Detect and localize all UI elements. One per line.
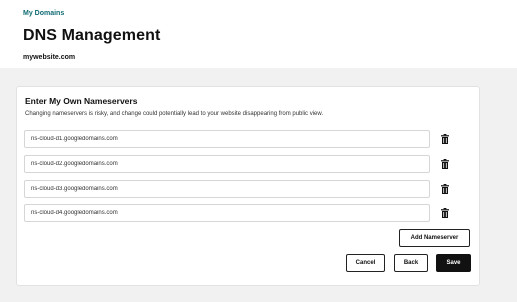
back-button[interactable]: Back bbox=[394, 254, 428, 272]
warning-description: Changing nameservers is risky, and chang… bbox=[25, 111, 324, 117]
nameserver-input-2[interactable] bbox=[24, 155, 430, 173]
trash-icon bbox=[441, 134, 449, 144]
nameserver-input-1[interactable] bbox=[24, 130, 430, 148]
page-title: DNS Management bbox=[23, 27, 161, 44]
nameserver-row bbox=[24, 204, 464, 222]
nameserver-row bbox=[24, 180, 464, 198]
delete-nameserver-2-button[interactable] bbox=[438, 157, 452, 171]
trash-icon bbox=[441, 184, 449, 194]
nameserver-row bbox=[24, 155, 464, 173]
nameserver-input-4[interactable] bbox=[24, 204, 430, 222]
trash-icon bbox=[441, 208, 449, 218]
save-button[interactable]: Save bbox=[436, 254, 471, 272]
delete-nameserver-1-button[interactable] bbox=[438, 132, 452, 146]
page-header: My Domains DNS Management mywebsite.com bbox=[0, 0, 517, 68]
nameservers-card: Enter My Own Nameservers Changing namese… bbox=[16, 86, 480, 286]
nameserver-row bbox=[24, 130, 464, 148]
domain-name: mywebsite.com bbox=[23, 54, 76, 61]
delete-nameserver-4-button[interactable] bbox=[438, 206, 452, 220]
trash-icon bbox=[441, 159, 449, 169]
add-nameserver-button[interactable]: Add Nameserver bbox=[399, 229, 470, 247]
breadcrumb-my-domains[interactable]: My Domains bbox=[23, 10, 64, 17]
card-title: Enter My Own Nameservers bbox=[25, 96, 138, 106]
cancel-button[interactable]: Cancel bbox=[346, 254, 385, 272]
nameserver-input-3[interactable] bbox=[24, 180, 430, 198]
delete-nameserver-3-button[interactable] bbox=[438, 182, 452, 196]
